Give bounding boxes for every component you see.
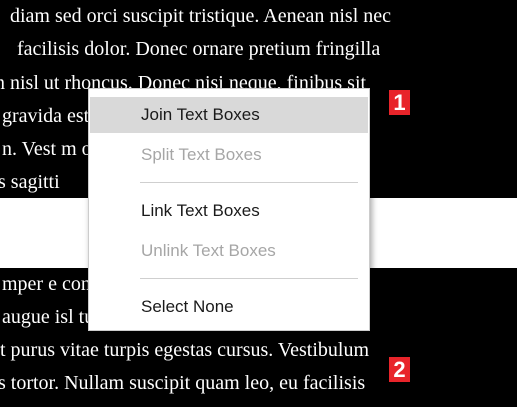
text-box-2-marker: 2 — [389, 357, 410, 382]
text-line: s sagitti — [0, 171, 60, 193]
text-line: s tortor. Nullam suscipit quam leo, eu f… — [0, 372, 366, 394]
text-line: facilisis dolor. Donec ornare pretium fr… — [17, 38, 381, 60]
menu-separator — [140, 278, 358, 279]
unlink-text-boxes-menu-item[interactable]: Unlink Text Boxes — [90, 233, 368, 269]
text-line: diam sed orci suscipit tristique. Aenean… — [10, 5, 392, 27]
select-none-menu-item[interactable]: Select None — [90, 289, 368, 325]
split-text-boxes-menu-item[interactable]: Split Text Boxes — [90, 137, 368, 173]
link-text-boxes-menu-item[interactable]: Link Text Boxes — [90, 193, 368, 229]
context-menu: Join Text Boxes Split Text Boxes Link Te… — [88, 88, 370, 331]
menu-separator — [140, 182, 358, 183]
text-box-1-marker: 1 — [389, 90, 410, 115]
text-line: t purus vitae turpis egestas cursus. Ves… — [0, 339, 370, 361]
join-text-boxes-menu-item[interactable]: Join Text Boxes — [90, 97, 368, 133]
document-page: diam sed orci suscipit tristique. Aenean… — [0, 0, 517, 407]
